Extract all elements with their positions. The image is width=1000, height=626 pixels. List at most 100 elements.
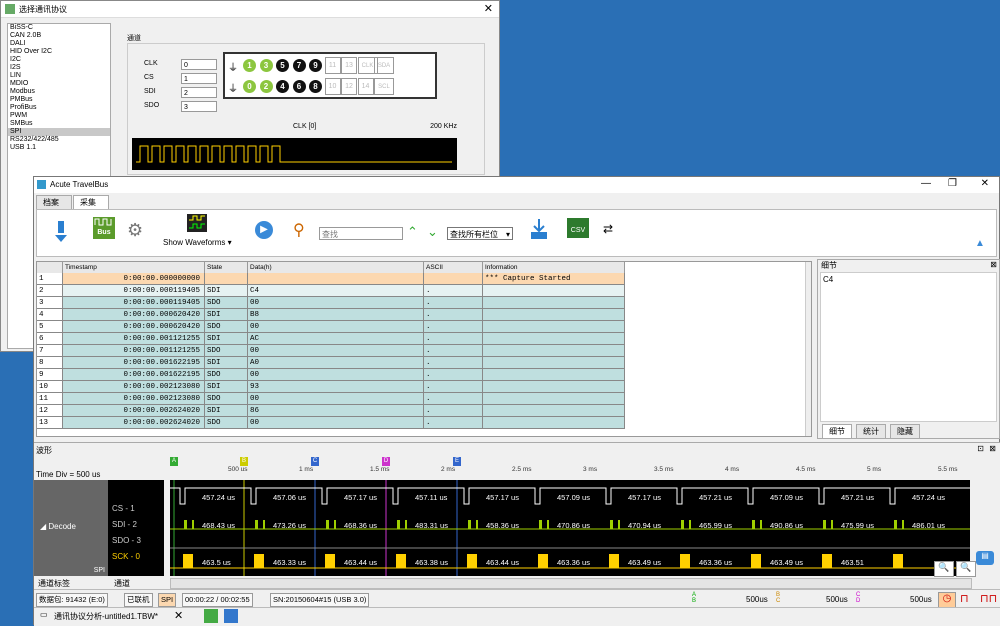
search-input[interactable]: 查找 [319,227,403,240]
pin-label: SDI [144,88,156,95]
bus-button[interactable]: Bus [93,217,115,239]
minimize-icon[interactable]: — [921,178,931,189]
pin-channel-input[interactable]: 3 [181,101,217,112]
find-prev-icon[interactable]: ⌃ [407,224,418,240]
decode-panel[interactable]: ◢ Decode SPI [34,480,108,576]
table-scrollbar[interactable] [805,262,811,436]
table-row[interactable]: 7 0:00:00.001121255 SDO 00. [37,345,625,357]
zoom-in-icon[interactable]: 🔍 [934,561,954,577]
connection-status: 已联机 [124,593,153,607]
zoom-out-icon[interactable]: 🔍 [956,561,976,577]
maximize-icon[interactable]: ⊡ [977,444,984,453]
connector-pin: 2 [259,80,273,93]
protocol-item[interactable]: BiSS-C [8,24,110,32]
close-icon[interactable]: ✕ [174,609,183,622]
tab-capture[interactable]: 采集 [73,195,109,209]
cursor-marker-d[interactable]: D [382,457,390,466]
pulse-icon[interactable]: ⊓ [960,592,969,605]
ruler-tick: 1 ms [299,466,314,473]
chat-icon[interactable]: ▤ [976,551,994,565]
col-ascii[interactable]: ASCII [424,262,483,273]
cursor-marker-e[interactable]: E [453,457,461,466]
tab-stats[interactable]: 统计 [856,424,886,439]
sck-burst [751,554,761,568]
table-row[interactable]: 3 0:00:00.000119405 SDO 00. [37,297,625,309]
protocol-item[interactable]: PMBus [8,96,110,104]
tab-hide[interactable]: 隐藏 [890,424,920,439]
sdi-pulse [547,520,549,529]
col-timestamp[interactable]: Timestamp [63,262,205,273]
gear-icon[interactable]: ⚙ [127,220,143,241]
table-row[interactable]: 6 0:00:00.001121255 SDI AC. [37,333,625,345]
document-tab[interactable]: 通讯协议分析-untitled1.TBW* [54,611,158,622]
waveform-hscrollbar[interactable] [170,578,972,589]
cursor-marker-a[interactable]: A [170,457,178,466]
pin-channel-input[interactable]: 2 [181,87,217,98]
protocol-item[interactable]: SMBus [8,120,110,128]
table-cell-data: 86 [248,405,424,417]
protocol-item[interactable]: DALI [8,40,110,48]
tab-file[interactable]: 档案 [36,195,72,209]
protocol-item[interactable]: RS232/422/485 [8,136,110,144]
protocol-item[interactable]: PWM [8,112,110,120]
sdi-width-label: 473.26 us [273,521,306,530]
download-icon[interactable] [530,218,548,240]
cursor-marker-b[interactable]: B [240,457,248,466]
table-row[interactable]: 13 0:00:00.002624020 SDO 00. [37,417,625,429]
pulse-train-icon[interactable]: ⊓⊓ [980,592,997,605]
link-icon[interactable]: ⇄ [603,222,613,236]
maximize-icon[interactable]: ❐ [948,178,957,189]
protocol-item[interactable]: LIN [8,72,110,80]
table-row[interactable]: 1 0:00:00.000000000 *** Capture Started [37,273,625,285]
protocol-item[interactable]: CAN 2.0B [8,32,110,40]
close-icon[interactable]: ✕ [981,178,989,189]
usb-icon[interactable] [51,219,71,243]
close-icon[interactable]: ✕ [484,2,493,15]
play-button[interactable]: ▶ [255,221,273,239]
cursor-marker-c[interactable]: C [311,457,319,466]
clock-icon[interactable]: ◷ [938,592,956,608]
protocol-item[interactable]: SPI [8,128,110,136]
pin-channel-input[interactable]: 1 [181,73,217,84]
table-row[interactable]: 12 0:00:00.002624020 SDI 86. [37,405,625,417]
protocol-item[interactable]: MDIO [8,80,110,88]
waveform-icon[interactable] [187,214,207,232]
col-state[interactable]: State [205,262,248,273]
app-shortcut-icon[interactable] [204,609,218,623]
table-row[interactable]: 4 0:00:00.000620420 SDI B8. [37,309,625,321]
protocol-item[interactable]: ProfiBus [8,104,110,112]
table-cell-data: 00 [248,345,424,357]
pin-channel-input[interactable]: 0 [181,59,217,70]
show-waveforms-button[interactable]: Show Waveforms ▾ [163,238,232,247]
find-next-icon[interactable]: ⌄ [427,224,438,240]
table-row[interactable]: 11 0:00:00.002123080 SDO 00. [37,393,625,405]
table-cell-state: SDI [205,309,248,321]
protocol-item[interactable]: I2C [8,56,110,64]
logic-analyzer-icon[interactable] [224,609,238,623]
table-row[interactable]: 2 0:00:00.000119405 SDI C4. [37,285,625,297]
ruler-tick: 5.5 ms [938,466,958,473]
csv-export-button[interactable]: CSV [567,218,589,238]
col-information[interactable]: Information [483,262,625,273]
close-icon[interactable]: ⊠ [990,260,997,269]
table-row[interactable]: 8 0:00:00.001622195 SDI A0. [37,357,625,369]
protocol-item[interactable]: USB 1.1 [8,144,110,152]
protocol-item[interactable]: Modbus [8,88,110,96]
col-data[interactable]: Data(h) [248,262,424,273]
protocol-item[interactable]: HID Over I2C [8,48,110,56]
pin-label: SDO [144,102,160,109]
waveform-plot[interactable]: 457.24 us 457.06 us 457.17 us 457.11 us 457.… [170,480,970,576]
sck-burst [467,554,477,568]
table-cell-ascii: . [424,297,483,309]
close-icon[interactable]: ⊠ [989,444,996,453]
field-select[interactable]: 查找所有栏位 ▾ [447,227,513,240]
collapse-ribbon-icon[interactable]: ▲ [975,238,985,249]
table-cell-ascii: . [424,309,483,321]
time-ruler[interactable]: 500 us 1 ms 1.5 ms 2 ms 2.5 ms 3 ms 3.5 ms 4 ms… [170,457,970,479]
table-row[interactable]: 5 0:00:00.000620420 SDO 00. [37,321,625,333]
table-cell-ts: 0:00:00.001622195 [63,357,205,369]
protocol-item[interactable]: I2S [8,64,110,72]
table-row[interactable]: 9 0:00:00.001622195 SDO 00. [37,369,625,381]
tab-detail[interactable]: 细节 [822,424,852,439]
table-row[interactable]: 10 0:00:00.002123080 SDI 93. [37,381,625,393]
